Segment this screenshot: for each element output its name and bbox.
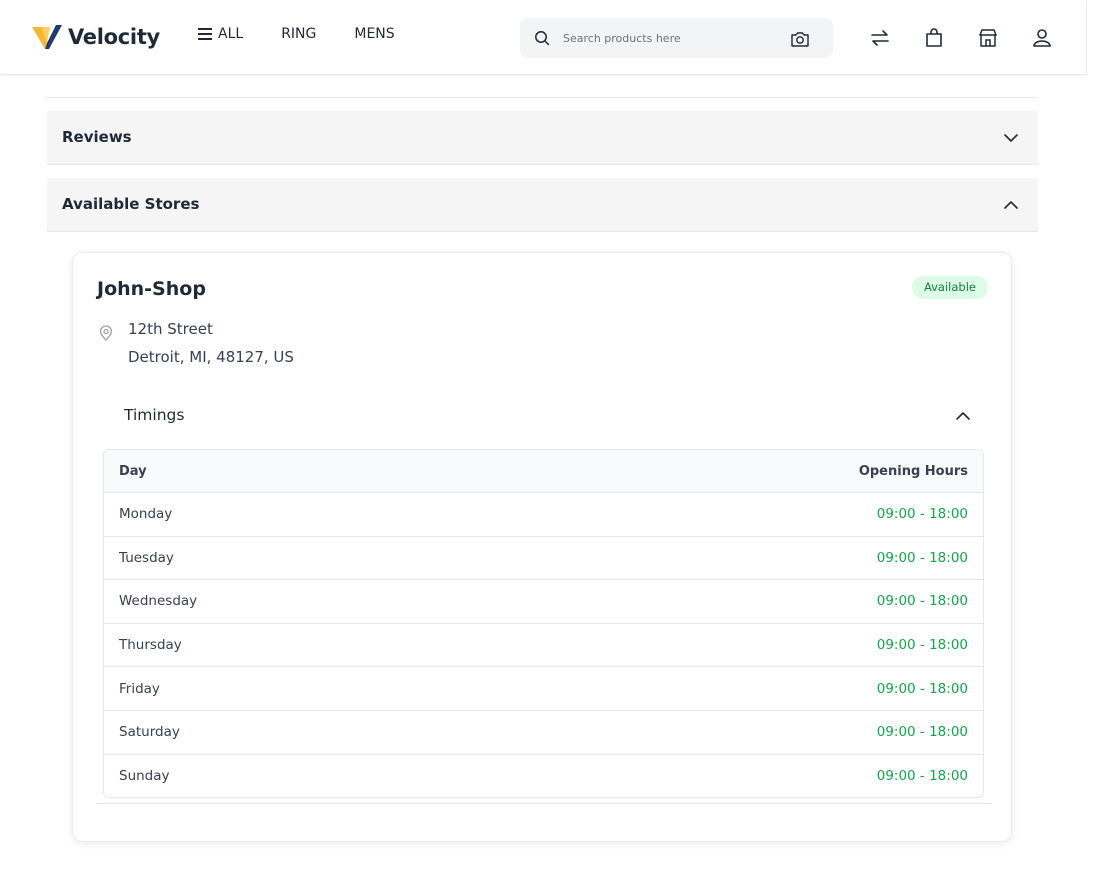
reviews-label: Reviews	[62, 128, 132, 146]
chevron-up-icon[interactable]	[955, 409, 971, 423]
hours-cell: 09:00 - 18:00	[876, 637, 968, 654]
search-icon[interactable]	[534, 30, 550, 46]
nav-ring[interactable]: RING	[281, 26, 316, 42]
compare-icon[interactable]	[869, 27, 891, 49]
brand-logo[interactable]: Velocity	[30, 20, 160, 54]
table-row: Sunday 09:00 - 18:00	[104, 753, 983, 798]
main-nav: ALL RING MENS	[198, 26, 395, 42]
reviews-accordion[interactable]: Reviews	[47, 111, 1038, 165]
bag-icon[interactable]	[923, 27, 945, 49]
chevron-down-icon	[1004, 134, 1018, 142]
nav-mens[interactable]: MENS	[354, 26, 394, 42]
table-row: Friday 09:00 - 18:00	[104, 666, 983, 710]
hours-cell: 09:00 - 18:00	[876, 680, 968, 697]
available-stores-accordion[interactable]: Available Stores	[47, 178, 1038, 232]
timings-label: Timings	[124, 406, 185, 424]
store-name: John-Shop	[97, 278, 206, 300]
location-pin-icon	[99, 325, 113, 341]
nav-all-label: ALL	[218, 26, 244, 42]
search-bar	[520, 18, 833, 58]
table-row: Saturday 09:00 - 18:00	[104, 709, 983, 754]
hours-cell: 09:00 - 18:00	[876, 724, 968, 741]
table-header-row: Day Opening Hours	[104, 450, 983, 492]
column-header-hours: Opening Hours	[858, 463, 968, 479]
nav-all[interactable]: ALL	[198, 26, 243, 42]
top-header: Velocity ALL RING MENS	[0, 0, 1087, 75]
table-row: Monday 09:00 - 18:00	[104, 492, 983, 536]
status-badge: Available	[911, 276, 988, 299]
day-cell: Wednesday	[119, 593, 198, 610]
divider	[46, 97, 1038, 98]
address-line-1: 12th Street	[128, 320, 213, 338]
day-cell: Saturday	[119, 724, 180, 741]
day-cell: Monday	[119, 506, 173, 523]
user-icon[interactable]	[1031, 27, 1053, 49]
hours-cell: 09:00 - 18:00	[876, 549, 968, 566]
store-card: John-Shop Available 12th Street Detroit,…	[72, 252, 1012, 842]
menu-icon	[198, 28, 212, 40]
store-icon[interactable]	[977, 27, 999, 49]
day-cell: Sunday	[119, 767, 170, 784]
column-header-day: Day	[119, 463, 147, 479]
camera-icon[interactable]	[790, 30, 810, 48]
timings-table: Day Opening Hours Monday 09:00 - 18:00 T…	[103, 449, 984, 799]
hours-cell: 09:00 - 18:00	[876, 767, 968, 784]
brand-name: Velocity	[68, 25, 160, 49]
day-cell: Tuesday	[119, 549, 174, 566]
table-row: Tuesday 09:00 - 18:00	[104, 535, 983, 580]
search-input[interactable]	[563, 28, 783, 48]
address-line-2: Detroit, MI, 48127, US	[128, 348, 294, 366]
hours-cell: 09:00 - 18:00	[876, 506, 968, 523]
day-cell: Friday	[119, 680, 160, 697]
table-row: Wednesday 09:00 - 18:00	[104, 579, 983, 623]
divider	[97, 803, 991, 804]
table-row: Thursday 09:00 - 18:00	[104, 622, 983, 667]
hours-cell: 09:00 - 18:00	[876, 593, 968, 610]
logo-mark-icon	[32, 25, 62, 49]
chevron-up-icon	[1004, 201, 1018, 209]
available-stores-label: Available Stores	[62, 195, 200, 213]
day-cell: Thursday	[119, 637, 182, 654]
